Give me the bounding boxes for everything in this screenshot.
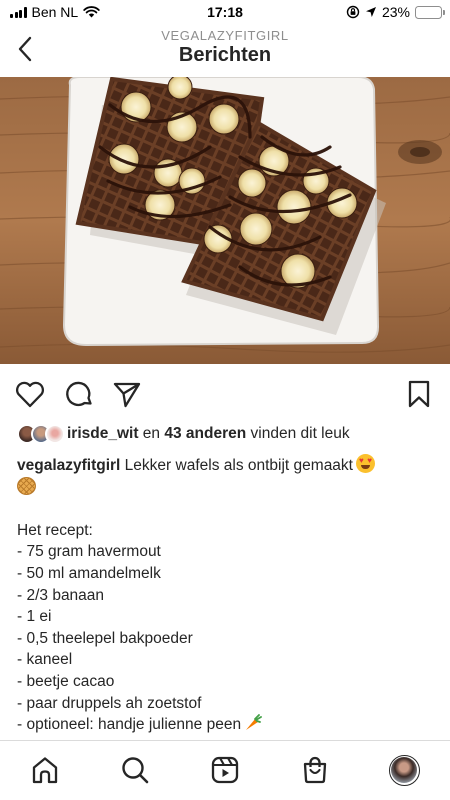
post-actions — [0, 376, 450, 412]
likes-suffix: vinden dit leuk — [246, 425, 350, 442]
ingredient-text: - 2/3 banaan — [17, 586, 105, 604]
ingredient-text: - 0,5 theelepel bakpoeder — [17, 629, 193, 647]
nav-reels[interactable] — [208, 753, 242, 787]
nav-search[interactable] — [118, 753, 152, 787]
status-right: 23% — [346, 4, 445, 20]
liker-avatars — [17, 424, 65, 444]
ingredient-text: - paar druppels ah zoetstof — [17, 694, 202, 712]
battery-icon — [415, 5, 445, 19]
battery-percent: 23% — [381, 4, 410, 20]
header-titles: VEGALAZYFITGIRL Berichten — [0, 28, 450, 67]
carrot-emoji-icon — [246, 714, 262, 731]
waffle-emoji-icon — [17, 476, 36, 495]
page-title: Berichten — [178, 44, 272, 66]
post-caption: vegalazyfitgirl Lekker wafels als ontbij… — [17, 454, 437, 736]
location-icon — [365, 7, 376, 17]
heart-icon — [15, 381, 45, 408]
waffle-photo — [0, 77, 450, 364]
ingredient-list: - 75 gram havermout - 50 ml amandelmelk - … — [17, 541, 437, 735]
ingredient-item: - beetje cacao — [17, 671, 437, 693]
shop-icon — [303, 756, 327, 784]
liker-username[interactable]: irisde_wit — [67, 425, 139, 442]
ingredient-item: - kaneel — [17, 649, 437, 671]
ingredient-item: - 50 ml amandelmelk — [17, 563, 437, 585]
likes-others[interactable]: 43 anderen — [164, 425, 246, 442]
search-icon — [122, 757, 149, 784]
likes-summary[interactable]: irisde_wit en 43 anderen vinden dit leuk — [17, 424, 442, 444]
bookmark-icon — [408, 380, 430, 408]
share-button[interactable] — [111, 378, 143, 410]
ingredient-item: - paar druppels ah zoetstof — [17, 693, 437, 715]
status-bar: Ben NL 17:18 23% — [0, 0, 450, 26]
ingredient-item: - 75 gram havermout — [17, 541, 437, 563]
comment-button[interactable] — [63, 378, 95, 410]
ingredient-text: - 50 ml amandelmelk — [17, 564, 161, 582]
ingredient-text: - optioneel: handje julienne peen — [17, 716, 242, 734]
orientation-lock-icon — [346, 5, 360, 19]
save-button[interactable] — [403, 378, 435, 410]
share-icon — [113, 382, 141, 408]
home-icon — [32, 757, 58, 784]
caption-text: Lekker wafels als ontbijt gemaakt — [120, 457, 353, 474]
nav-shop[interactable] — [298, 753, 332, 787]
ingredient-text: - beetje cacao — [17, 672, 115, 690]
avatar — [45, 424, 65, 444]
heart-eyes-emoji-icon — [356, 454, 375, 473]
like-button[interactable] — [14, 378, 46, 410]
caption-first-line: vegalazyfitgirl Lekker wafels als ontbij… — [17, 454, 437, 477]
reels-icon — [211, 756, 239, 784]
bottom-nav — [0, 740, 450, 800]
post-photo[interactable] — [0, 77, 450, 364]
nav-profile[interactable] — [387, 753, 421, 787]
profile-avatar — [388, 754, 420, 786]
caption-emoji-line — [17, 476, 437, 499]
ingredient-text: - 1 ei — [17, 608, 52, 626]
likes-connector: en — [138, 425, 165, 442]
ingredient-item: - optioneel: handje julienne peen — [17, 714, 437, 736]
nav-home[interactable] — [28, 753, 62, 787]
ingredient-item: - 1 ei — [17, 606, 437, 628]
ingredient-item: - 2/3 banaan — [17, 585, 437, 607]
header-username: VEGALAZYFITGIRL — [161, 28, 289, 43]
ingredient-item: - 0,5 theelepel bakpoeder — [17, 628, 437, 650]
caption-username[interactable]: vegalazyfitgirl — [17, 457, 120, 474]
recipe-heading: Het recept: — [17, 521, 93, 539]
header: VEGALAZYFITGIRL Berichten — [0, 26, 450, 76]
comment-icon — [66, 381, 92, 407]
ingredient-text: - 75 gram havermout — [17, 543, 161, 561]
ingredient-text: - kaneel — [17, 651, 73, 669]
